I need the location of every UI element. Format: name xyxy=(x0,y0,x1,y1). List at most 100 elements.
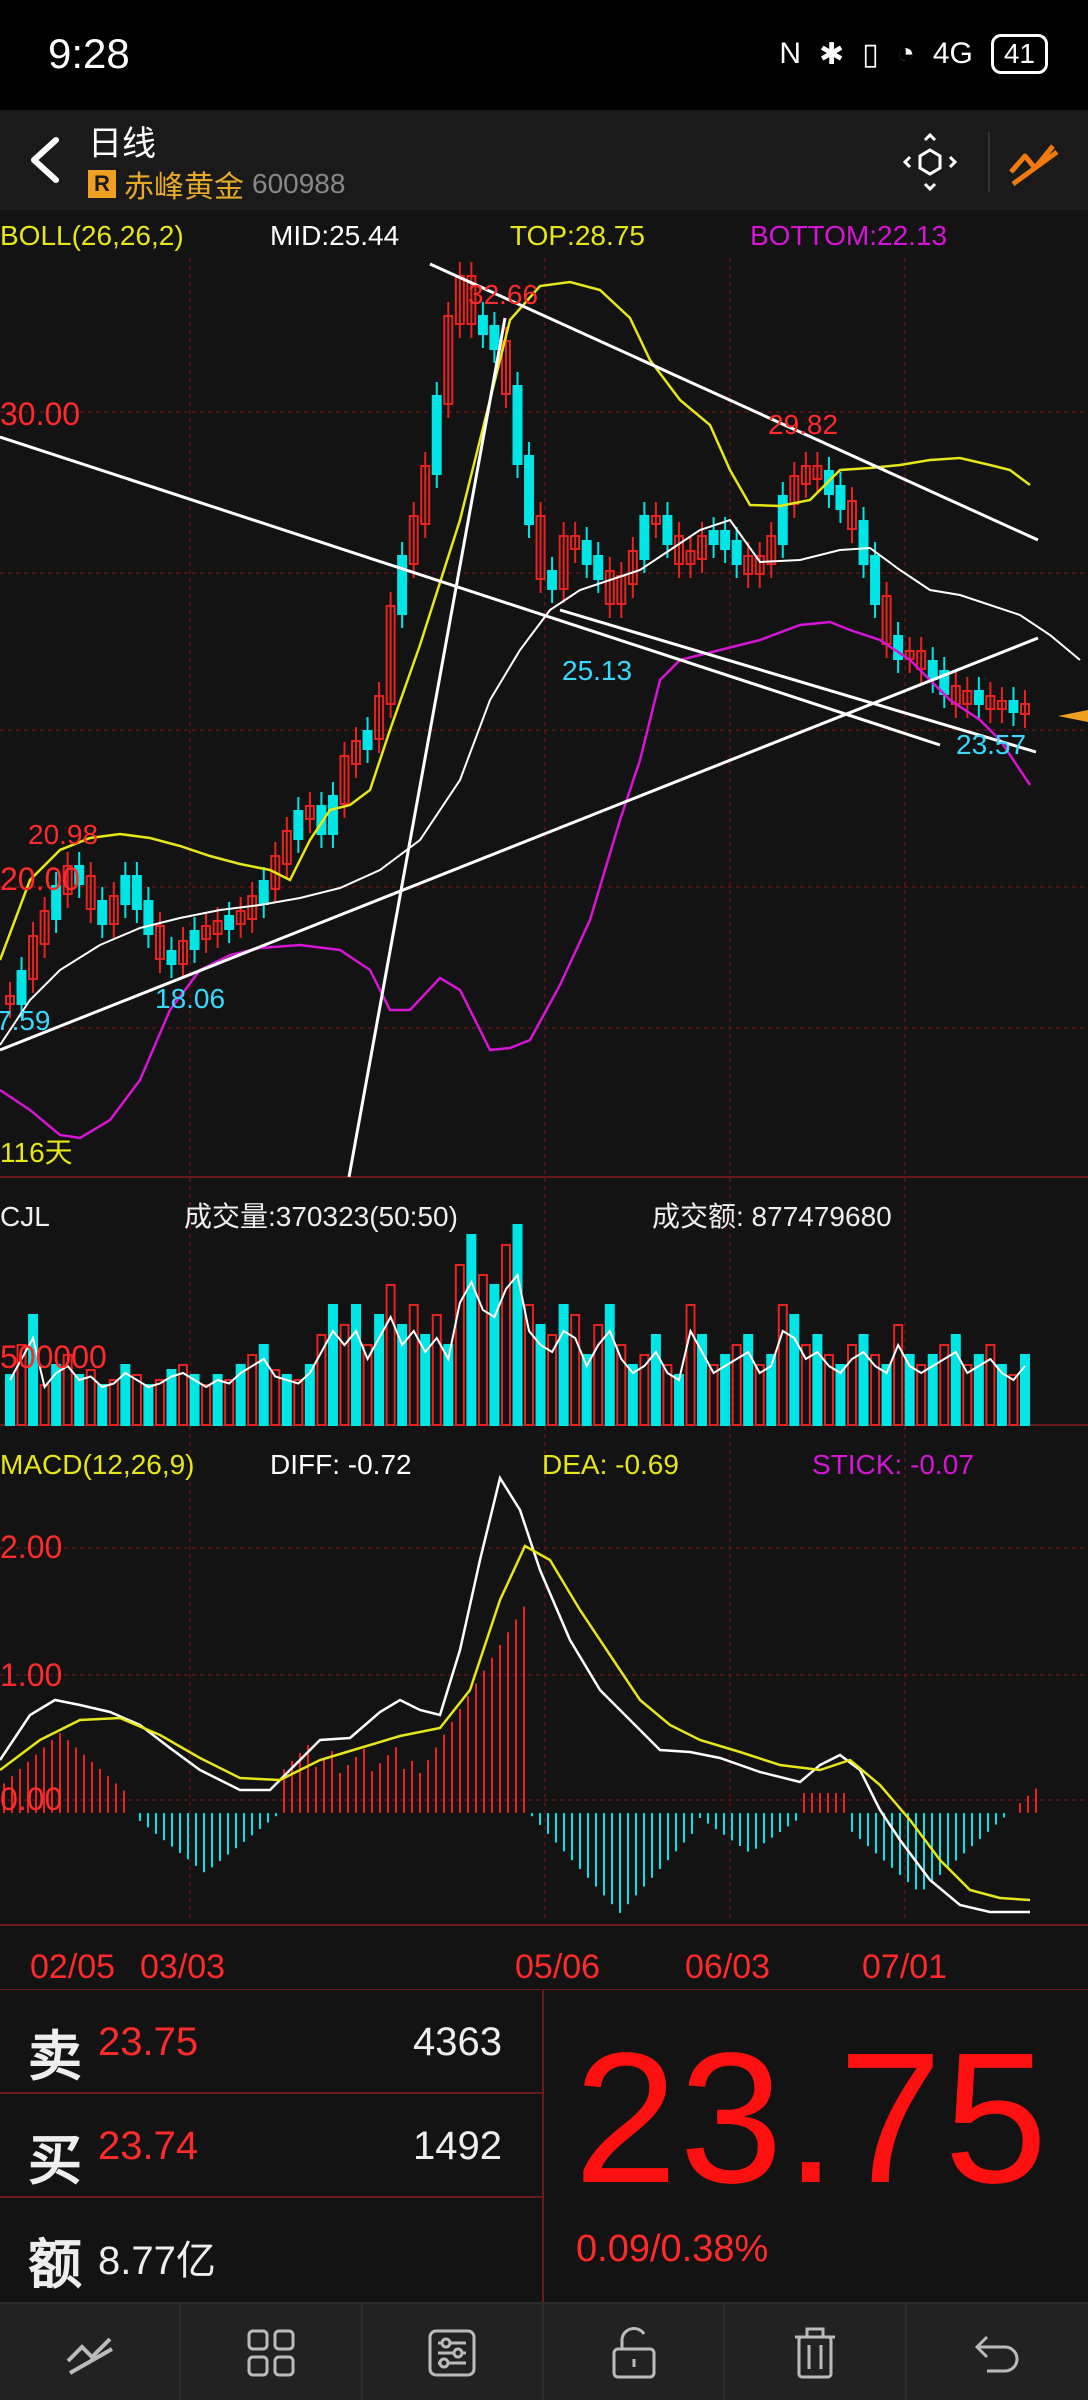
volume-bar xyxy=(673,1374,684,1426)
page-title: 日线 xyxy=(88,125,156,163)
volume-bars xyxy=(5,1224,1030,1426)
candle-body xyxy=(489,325,500,350)
macd-bars xyxy=(3,1606,1037,1913)
volume-bar xyxy=(281,1374,292,1426)
annotation-7-59: 7.59 xyxy=(0,1005,51,1036)
volume-label: CJL xyxy=(0,1201,50,1232)
grid-icon xyxy=(247,2329,295,2377)
return-button[interactable] xyxy=(907,2304,1088,2400)
sell-row: 卖 23.75 4363 xyxy=(0,1990,542,2094)
candle-body xyxy=(258,880,269,905)
annotation-high: 32.66 xyxy=(468,279,538,310)
chart-style-icon xyxy=(66,2337,113,2375)
volume-bar xyxy=(893,1324,904,1426)
candle-body xyxy=(224,915,235,930)
volume-bar xyxy=(570,1314,581,1426)
volume-bar xyxy=(108,1379,119,1426)
vibrate-icon: ▯ xyxy=(862,37,879,71)
annotation-29-82: 29.82 xyxy=(768,409,838,440)
annotation-days: 116天 xyxy=(0,1137,73,1168)
boll-top: TOP:28.75 xyxy=(510,220,645,251)
price-axis-label-20: 20.00 xyxy=(0,861,80,897)
candle-body xyxy=(431,395,442,475)
volume-bar xyxy=(685,1304,696,1426)
volume-bar xyxy=(327,1304,338,1426)
boll-mid: MID:25.44 xyxy=(270,220,400,251)
volume-value: 成交量:370323(50:50) xyxy=(184,1201,458,1232)
volume-bar xyxy=(431,1314,442,1426)
volume-bar xyxy=(512,1224,523,1426)
candle-body xyxy=(327,795,338,835)
candle-body xyxy=(16,970,27,1005)
buy-price: 23.74 xyxy=(98,2124,199,2168)
wifi-icon: ◔ xyxy=(896,37,915,70)
volume-bar xyxy=(812,1334,823,1426)
r-badge: R xyxy=(88,170,116,198)
volume-bar xyxy=(1008,1374,1019,1426)
volume-bar xyxy=(558,1304,569,1426)
macd-label: MACD(12,26,9) xyxy=(0,1449,195,1480)
candle-body xyxy=(120,875,131,905)
macd-axis-label-2: 2.00 xyxy=(0,1529,62,1565)
delete-button[interactable] xyxy=(725,2304,907,2400)
sell-price: 23.75 xyxy=(98,2020,199,2064)
status-bar: 9:28 N ✱ ▯ ◔ 4G 41 xyxy=(0,0,1088,110)
return-icon xyxy=(975,2335,1019,2373)
battery-level: 41 xyxy=(990,34,1048,74)
amount-label: 额 xyxy=(28,2233,82,2296)
candle-body xyxy=(708,530,719,545)
candle-body xyxy=(131,875,142,910)
header-divider xyxy=(988,132,990,192)
macd-stick: STICK: -0.07 xyxy=(812,1449,974,1480)
buy-row: 买 23.74 1492 xyxy=(0,2094,542,2198)
candle-body xyxy=(362,730,373,750)
quote-panel: 卖 23.75 4363 买 23.74 1492 额 8.77亿 23.75 … xyxy=(0,1990,1088,2302)
volume-bar xyxy=(950,1334,961,1426)
amount-value: 8.77亿 xyxy=(98,2239,216,2283)
candle-body xyxy=(397,555,408,615)
volume-bar xyxy=(604,1304,615,1426)
candle-body xyxy=(893,635,904,660)
candle-body xyxy=(927,660,938,680)
sell-volume: 4363 xyxy=(413,2020,502,2064)
volume-bar xyxy=(500,1244,511,1426)
volume-bar xyxy=(524,1304,535,1426)
candle-body xyxy=(720,530,731,550)
volume-bar xyxy=(985,1344,996,1426)
price-change: 0.09/0.38% xyxy=(576,2228,769,2270)
back-button[interactable] xyxy=(18,130,78,190)
candle-body xyxy=(581,540,592,565)
nfc-icon: N xyxy=(779,37,802,70)
draw-tool-icon[interactable] xyxy=(900,132,960,192)
boll-upper-line xyxy=(0,280,1031,961)
candle-body xyxy=(143,900,154,935)
boll-lower-line xyxy=(0,620,1032,1140)
chart-style-button[interactable] xyxy=(0,2304,182,2400)
volume-bar xyxy=(258,1344,269,1426)
volume-bar xyxy=(97,1384,108,1426)
buy-label: 买 xyxy=(28,2129,82,2192)
boll-indicator-row: BOLL(26,26,2) MID:25.44 TOP:28.75 BOTTOM… xyxy=(0,214,1088,258)
volume-bar xyxy=(650,1334,661,1426)
candle-body xyxy=(477,315,488,335)
date-label: 07/01 xyxy=(862,1948,947,1986)
line-tool-icon[interactable] xyxy=(1005,132,1065,192)
stock-info: R 赤峰黄金 600988 xyxy=(88,162,345,206)
annotation-25-13: 25.13 xyxy=(562,655,632,686)
candle-body xyxy=(835,485,846,510)
candle-body xyxy=(189,930,200,950)
boll-bottom: BOTTOM:22.13 xyxy=(750,220,948,251)
bluetooth-icon: ✱ xyxy=(819,37,845,71)
volume-bar xyxy=(477,1274,488,1426)
volume-bar xyxy=(143,1384,154,1426)
chart-area[interactable]: 30.00 20.00 32.66 29.82 25.13 23.57 20.9… xyxy=(0,258,1088,1990)
layout-button[interactable] xyxy=(181,2304,363,2400)
date-label: 02/05 xyxy=(30,1948,115,1986)
candle-body xyxy=(777,495,788,545)
amount-row: 额 8.77亿 xyxy=(0,2198,542,2302)
unlock-button[interactable] xyxy=(544,2304,726,2400)
annotation-20-98: 20.98 xyxy=(28,819,98,850)
status-icons: N ✱ ▯ ◔ 4G 41 xyxy=(779,34,1048,74)
candle-body xyxy=(293,810,304,840)
settings-button[interactable] xyxy=(363,2304,544,2400)
